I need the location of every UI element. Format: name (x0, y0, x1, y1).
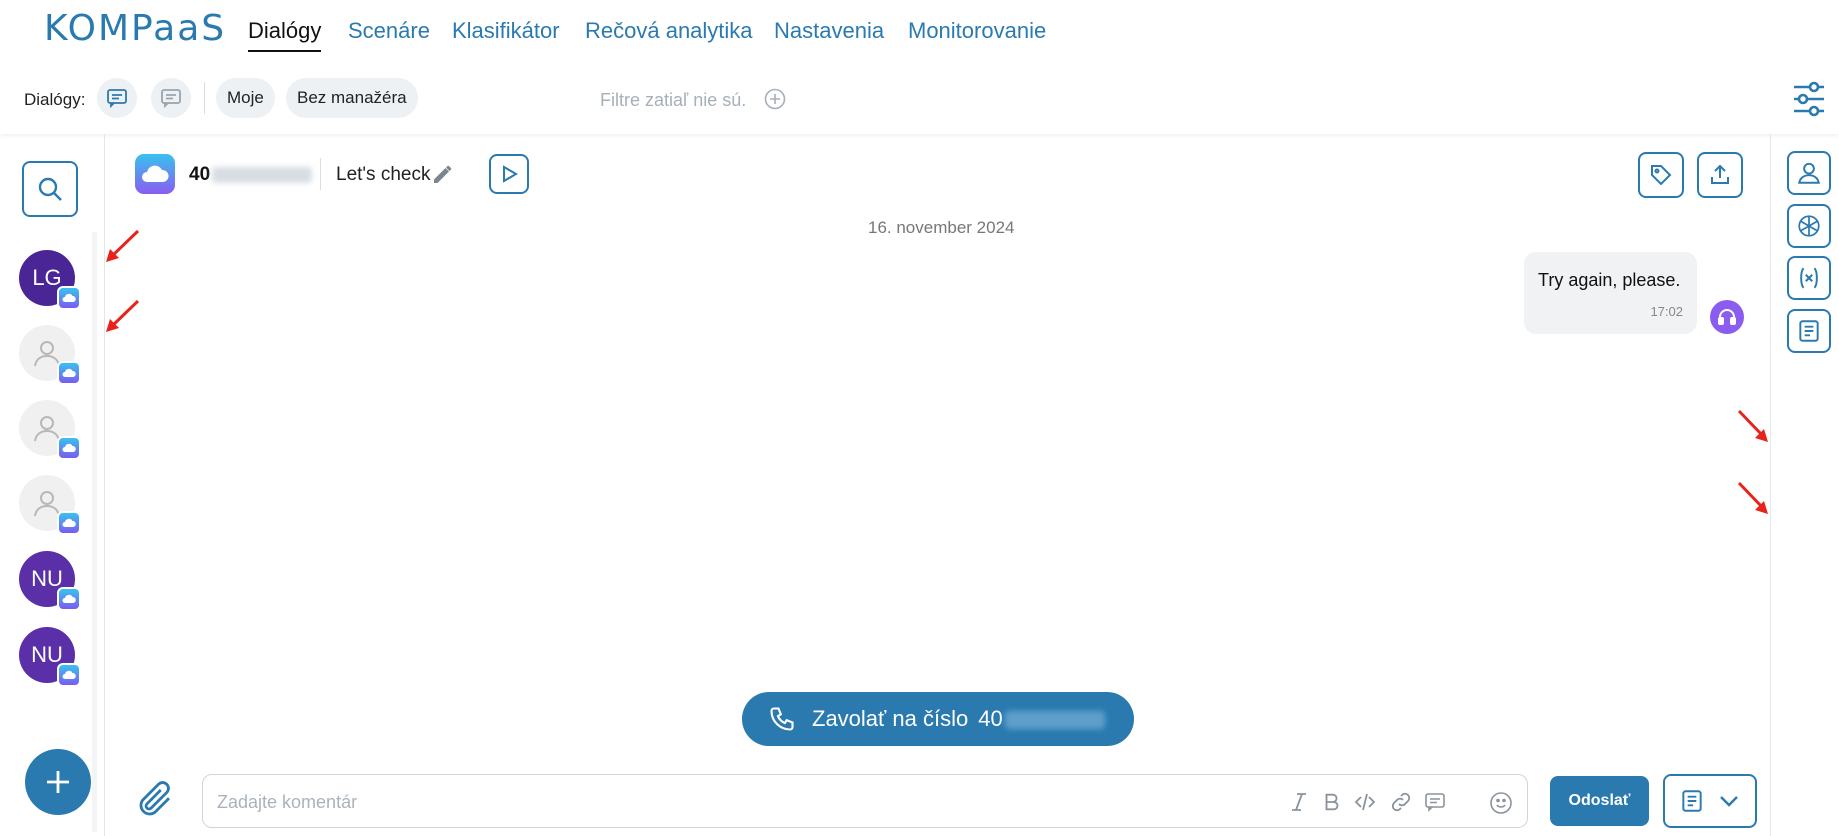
filters-empty-text: Filtre zatiaľ nie sú. (600, 90, 747, 110)
filter-toolbar: Dialógy: Moje Bez manažéra Filtre zatiaľ… (0, 64, 1839, 134)
dialog-list-item[interactable]: NU (19, 551, 81, 611)
comment-input[interactable] (217, 789, 1117, 815)
chevron-down-icon (1720, 796, 1738, 807)
tag-dialog-button[interactable] (1638, 152, 1684, 198)
play-recording-button[interactable] (489, 154, 529, 194)
message-date-separator: 16. november 2024 (868, 218, 1015, 237)
document-icon (1799, 320, 1819, 342)
cloud-phone-channel-icon (57, 663, 81, 687)
dialog-title: Let's check (336, 164, 431, 185)
add-filter-button[interactable] (764, 88, 786, 115)
export-dialog-button[interactable] (1697, 152, 1743, 198)
closed-dialogs-filter-button[interactable] (151, 78, 191, 118)
annotation-arrow (1737, 481, 1768, 514)
upload-icon (1711, 164, 1729, 184)
dialog-list-item[interactable] (19, 325, 81, 385)
bold-icon[interactable] (1321, 789, 1343, 815)
attach-file-button[interactable] (134, 778, 176, 827)
filter-mine-chip[interactable]: Moje (216, 78, 275, 118)
plus-circle-icon (764, 88, 786, 110)
contact-info-button[interactable] (1787, 151, 1831, 195)
quote-comment-icon[interactable] (1423, 789, 1447, 815)
chat-lines-icon (161, 89, 181, 109)
filter-no-manager-chip[interactable]: Bez manažéra (286, 78, 418, 118)
chat-header: 40 Let's check (105, 134, 1770, 214)
play-icon (503, 165, 518, 183)
tag-icon (1651, 165, 1672, 186)
paperclip-icon (139, 781, 170, 816)
header-divider (320, 158, 321, 190)
sliders-icon (1794, 81, 1824, 117)
cloud-phone-channel-icon (135, 154, 175, 194)
search-icon (38, 177, 62, 201)
nav-tab-monitoring[interactable]: Monitorovanie (908, 18, 1046, 44)
nav-tab-speech-analytics[interactable]: Rečová analytika (585, 18, 753, 44)
phone-icon (770, 707, 794, 731)
toolbar-divider (204, 82, 205, 114)
search-dialogs-button[interactable] (22, 161, 78, 217)
avatar-initials: LG (32, 265, 62, 290)
annotation-arrow (106, 229, 140, 262)
nav-tab-scenarios[interactable]: Scenáre (348, 18, 430, 44)
variable-icon (1800, 267, 1818, 289)
user-icon (1798, 162, 1820, 184)
emoji-icon[interactable] (1489, 791, 1513, 815)
filter-settings-button[interactable] (1792, 80, 1826, 123)
dialog-list-item[interactable]: NU (19, 627, 81, 687)
call-button-number: 40 (978, 706, 1105, 732)
code-icon[interactable] (1353, 789, 1377, 815)
nav-tab-dialogs[interactable]: Dialógy (248, 18, 322, 52)
active-dialogs-filter-button[interactable] (97, 78, 137, 118)
dialog-list-scrollbar[interactable] (92, 232, 97, 832)
new-dialog-button[interactable] (25, 749, 91, 815)
nav-tab-settings[interactable]: Nastavenia (774, 18, 884, 44)
cloud-phone-channel-icon (57, 511, 81, 535)
call-number-button[interactable]: Zavolať na číslo 40 (742, 692, 1134, 746)
variables-button[interactable] (1787, 256, 1831, 300)
openai-icon (1798, 215, 1820, 237)
app-logo[interactable]: KOMPaaS (44, 8, 226, 49)
document-icon (1682, 790, 1702, 812)
pencil-icon (434, 165, 452, 183)
outgoing-message-bubble: Try again, please. 17:02 (1524, 252, 1697, 334)
right-tool-panel (1770, 134, 1839, 836)
annotation-arrow (106, 299, 140, 332)
call-button-label: Zavolať na číslo (812, 706, 969, 731)
cloud-phone-channel-icon (57, 361, 81, 385)
nav-tab-classifier[interactable]: Klasifikátor (452, 18, 560, 44)
comment-composer (202, 774, 1528, 828)
notes-button[interactable] (1787, 309, 1831, 353)
top-navigation: KOMPaaS Dialógy Scenáre Klasifikátor Reč… (0, 0, 1839, 64)
chat-lines-icon (107, 89, 127, 109)
ai-assistant-button[interactable] (1787, 204, 1831, 248)
headset-icon (1718, 309, 1736, 325)
templates-dropdown-button[interactable] (1663, 774, 1757, 828)
dialog-list-item[interactable]: LG (19, 250, 81, 310)
annotation-arrow (1737, 409, 1768, 442)
contact-phone-number: 40 (189, 164, 313, 186)
link-icon[interactable] (1389, 789, 1413, 815)
edit-title-button[interactable] (431, 162, 455, 191)
message-time: 17:02 (1650, 304, 1683, 319)
cloud-phone-channel-icon (57, 436, 81, 460)
plus-icon (47, 771, 69, 793)
dialog-list-item[interactable] (19, 400, 81, 460)
cloud-phone-channel-icon (57, 286, 81, 310)
send-button[interactable]: Odoslať (1550, 776, 1649, 826)
italic-icon[interactable] (1287, 789, 1311, 815)
agent-avatar (1710, 300, 1744, 334)
dialog-list-item[interactable] (19, 475, 81, 535)
cloud-phone-channel-icon (57, 587, 81, 611)
dialogs-filter-label: Dialógy: (24, 90, 86, 109)
message-text: Try again, please. (1538, 270, 1681, 290)
